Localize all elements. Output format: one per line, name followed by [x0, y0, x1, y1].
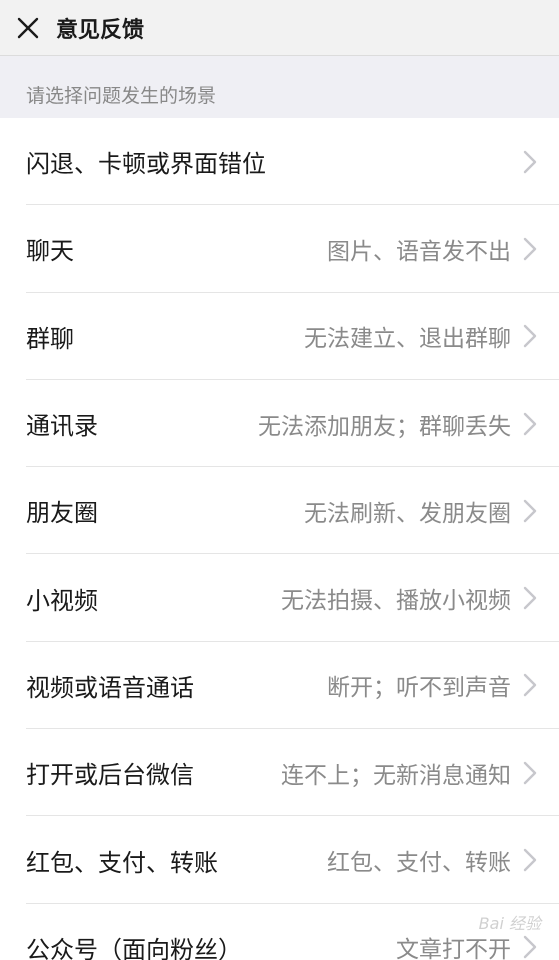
list-item[interactable]: 公众号（面向粉丝） 文章打不开: [0, 904, 559, 960]
list-item[interactable]: 聊天 图片、语音发不出: [0, 205, 559, 293]
list-item[interactable]: 视频或语音通话 断开；听不到声音: [0, 642, 559, 730]
chevron-right-icon: [519, 584, 541, 612]
list-item-detail: 图片、语音发不出: [327, 238, 511, 265]
list-item-title: 朋友圈: [26, 499, 98, 528]
list-item-title: 聊天: [26, 237, 74, 266]
list-item-title: 小视频: [26, 586, 98, 615]
nav-bar: 意见反馈: [0, 0, 559, 56]
list-item[interactable]: 红包、支付、转账 红包、支付、转账: [0, 816, 559, 904]
list-item[interactable]: 闪退、卡顿或界面错位: [0, 118, 559, 206]
list-item-detail: 红包、支付、转账: [327, 850, 511, 877]
chevron-right-icon: [519, 148, 541, 176]
list-item-detail: 无法刷新、发朋友圈: [304, 500, 511, 527]
close-icon: [17, 17, 39, 38]
list-item-title: 通讯录: [26, 412, 98, 441]
list-item[interactable]: 打开或后台微信 连不上；无新消息通知: [0, 729, 559, 817]
chevron-right-icon: [519, 759, 541, 787]
scene-list: 闪退、卡顿或界面错位 聊天 图片、语音发不出群聊 无法建立、退出群聊通讯录 无法添加朋友…: [0, 118, 559, 960]
list-item[interactable]: 朋友圈 无法刷新、发朋友圈: [0, 467, 559, 555]
list-item-title: 视频或语音通话: [26, 673, 194, 702]
chevron-right-icon: [519, 497, 541, 525]
page-title: 意见反馈: [56, 17, 145, 43]
close-button[interactable]: [0, 0, 56, 56]
list-item-title: 群聊: [26, 324, 74, 353]
feedback-page: 意见反馈 请选择问题发生的场景 闪退、卡顿或界面错位 聊天 图片、语音发不出 群聊 无法…: [0, 0, 559, 960]
list-item[interactable]: 通讯录 无法添加朋友；群聊丢失: [0, 380, 559, 468]
chevron-right-icon: [519, 410, 541, 438]
list-item-detail: 文章打不开: [396, 937, 511, 960]
section-header: 请选择问题发生的场景: [0, 56, 559, 118]
list-item-title: 公众号（面向粉丝）: [26, 935, 242, 960]
chevron-right-icon: [519, 322, 541, 350]
chevron-right-icon: [519, 235, 541, 263]
list-item[interactable]: 小视频 无法拍摄、播放小视频: [0, 554, 559, 643]
list-item-detail: 无法拍摄、播放小视频: [281, 588, 511, 615]
list-item-title: 打开或后台微信: [26, 761, 194, 790]
list-item-title: 红包、支付、转账: [26, 848, 218, 877]
chevron-right-icon: [519, 846, 541, 874]
list-item[interactable]: 群聊 无法建立、退出群聊: [0, 293, 559, 381]
chevron-right-icon: [519, 933, 541, 960]
list-item-detail: 无法添加朋友；群聊丢失: [258, 413, 511, 440]
chevron-right-icon: [519, 671, 541, 699]
list-item-detail: 断开；听不到声音: [327, 675, 511, 702]
list-item-detail: 连不上；无新消息通知: [281, 762, 511, 789]
list-item-title: 闪退、卡顿或界面错位: [26, 150, 266, 179]
list-item-detail: 无法建立、退出群聊: [304, 326, 511, 353]
